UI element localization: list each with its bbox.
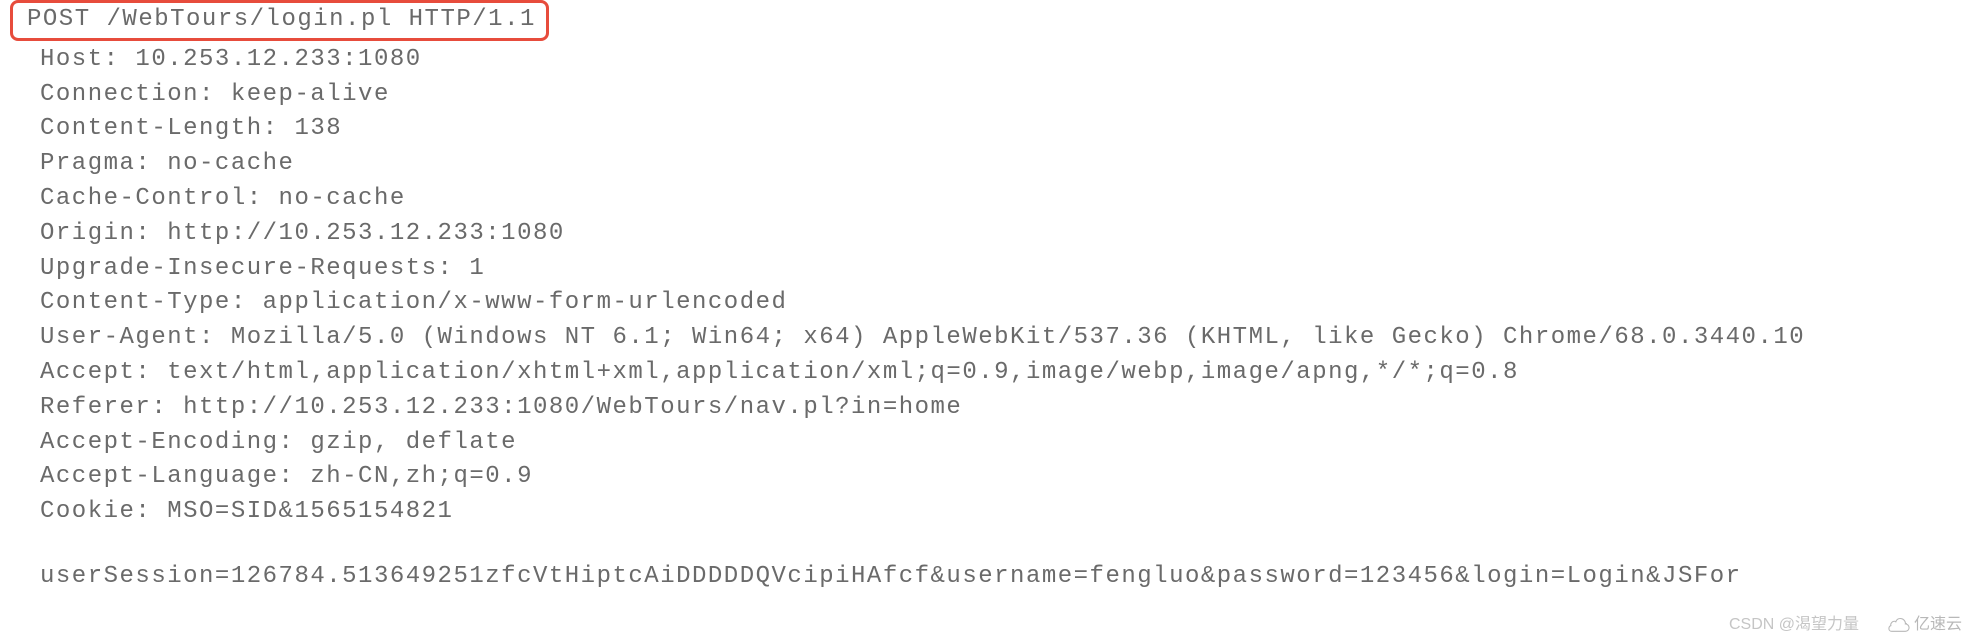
http-header-cookie: Cookie: MSO=SID&1565154821 — [14, 495, 1974, 530]
cloud-icon — [1888, 616, 1910, 632]
http-header-accept-encoding: Accept-Encoding: gzip, deflate — [14, 426, 1974, 461]
http-header-accept: Accept: text/html,application/xhtml+xml,… — [14, 356, 1974, 391]
http-header-user-agent: User-Agent: Mozilla/5.0 (Windows NT 6.1;… — [14, 321, 1974, 356]
http-request-line: POST /WebTours/login.pl HTTP/1.1 — [27, 6, 536, 33]
http-header-content-type: Content-Type: application/x-www-form-url… — [14, 286, 1974, 321]
cloud-watermark-text: 亿速云 — [1914, 613, 1962, 636]
request-line-highlight: POST /WebTours/login.pl HTTP/1.1 — [10, 0, 549, 41]
http-header-host: Host: 10.253.12.233:1080 — [14, 43, 1974, 78]
http-header-content-length: Content-Length: 138 — [14, 112, 1974, 147]
http-request-body: userSession=126784.513649251zfcVtHiptcAi… — [14, 560, 1974, 595]
http-header-referer: Referer: http://10.253.12.233:1080/WebTo… — [14, 391, 1974, 426]
http-header-cache-control: Cache-Control: no-cache — [14, 182, 1974, 217]
cloud-watermark: 亿速云 — [1888, 613, 1962, 636]
http-header-pragma: Pragma: no-cache — [14, 147, 1974, 182]
http-header-accept-language: Accept-Language: zh-CN,zh;q=0.9 — [14, 460, 1974, 495]
http-header-upgrade-insecure: Upgrade-Insecure-Requests: 1 — [14, 252, 1974, 287]
http-header-origin: Origin: http://10.253.12.233:1080 — [14, 217, 1974, 252]
http-header-connection: Connection: keep-alive — [14, 78, 1974, 113]
csdn-watermark: CSDN @渴望力量 — [1729, 613, 1859, 636]
